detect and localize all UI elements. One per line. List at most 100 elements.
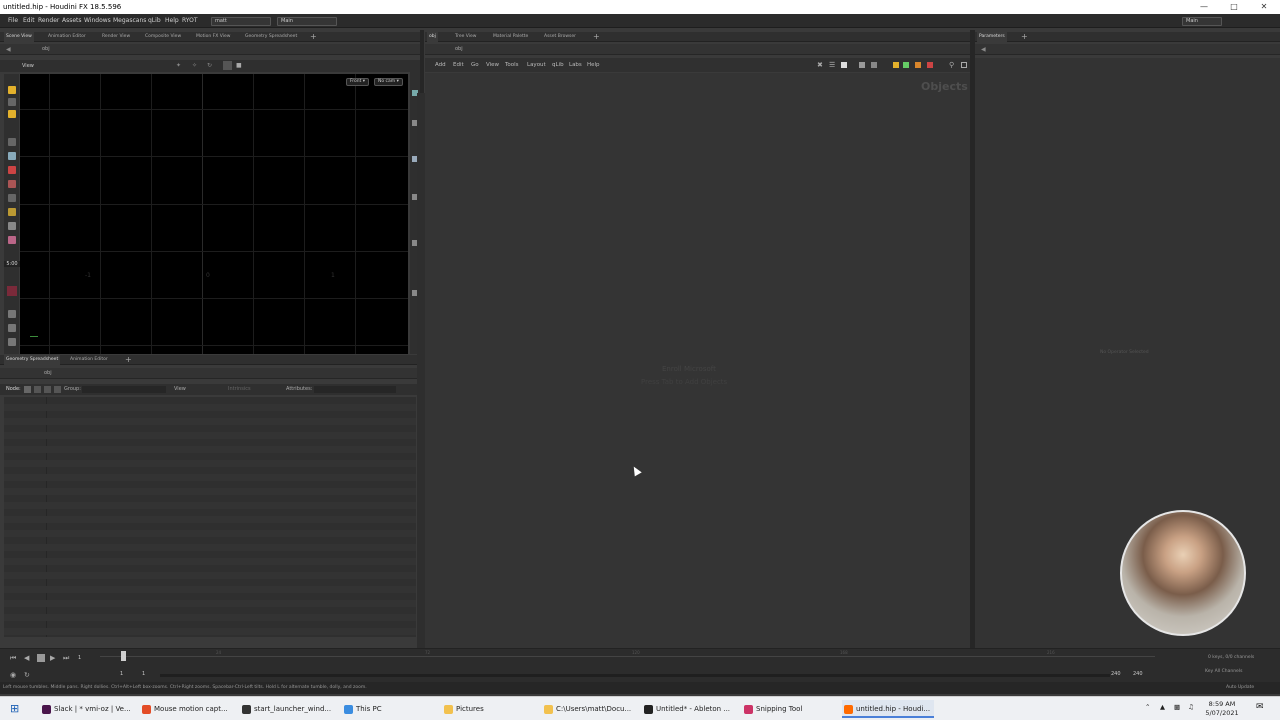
flipbook-icon[interactable] <box>8 324 16 332</box>
add-tab-icon-4[interactable]: + <box>1019 32 1030 42</box>
view-dropdown[interactable]: View <box>174 386 186 392</box>
desktop-select[interactable]: Main <box>277 17 337 26</box>
task-this-pc[interactable]: This PC <box>342 700 434 718</box>
range-slider[interactable] <box>160 674 1110 677</box>
network-path[interactable]: obj <box>455 46 463 52</box>
snap-icon[interactable] <box>223 61 232 70</box>
task-houdini[interactable]: untitled.hip - Houdi... <box>842 700 934 718</box>
tab-geometry-spreadsheet[interactable]: Geometry Spreadsheet <box>243 32 299 42</box>
camera-button[interactable]: No cam ▾ <box>374 78 403 86</box>
range-end[interactable]: 240 <box>1111 671 1121 677</box>
scene-path[interactable]: obj <box>42 46 50 52</box>
net-menu-add[interactable]: Add <box>435 62 446 68</box>
record-icon[interactable] <box>8 166 16 174</box>
network-editor[interactable]: Objects Enroll Microsoft Press Tab to Ad… <box>417 73 970 653</box>
tab-parameters[interactable]: Parameters <box>977 32 1007 42</box>
detail-icon[interactable] <box>54 386 61 393</box>
minimize-icon[interactable]: — <box>1190 0 1218 14</box>
move-icon[interactable] <box>8 98 16 106</box>
frame-field[interactable]: 1 <box>78 655 81 661</box>
select-icon[interactable] <box>8 86 16 94</box>
rotate-tool-icon[interactable]: ↻ <box>207 62 212 69</box>
desktop-user-select[interactable]: matt <box>211 17 271 26</box>
front-view-button[interactable]: Front ▾ <box>346 78 370 86</box>
camera-icon[interactable] <box>8 222 16 230</box>
windows-start-icon[interactable]: ⊞ <box>10 702 19 715</box>
auto-update-button[interactable]: Auto Update <box>1226 682 1254 694</box>
jump-start-icon[interactable]: ⏮ <box>10 654 16 663</box>
color-swatch[interactable] <box>7 286 17 296</box>
net-menu-tools[interactable]: Tools <box>505 62 519 68</box>
task-snipping-tool[interactable]: Snipping Tool <box>742 700 834 718</box>
intrinsics-toggle[interactable]: Intrinsics <box>228 386 251 392</box>
render-icon[interactable] <box>8 338 16 346</box>
light-icon[interactable] <box>8 236 16 244</box>
net-menu-view[interactable]: View <box>486 62 499 68</box>
tab-scene-view[interactable]: Scene View <box>4 32 34 42</box>
tray-chevron-icon[interactable]: ⌃ <box>1145 703 1150 711</box>
global-anim-icon[interactable]: ◉ <box>10 671 16 679</box>
attributes-field[interactable] <box>314 386 396 393</box>
tray-volume-icon[interactable]: ♫ <box>1188 703 1194 711</box>
range-start-2[interactable]: 1 <box>142 671 145 677</box>
pose-icon[interactable] <box>8 138 16 146</box>
net-menu-qlib[interactable]: qLib <box>552 62 564 68</box>
jump-end-icon[interactable]: ⏭ <box>63 654 69 663</box>
range-start[interactable]: 1 <box>120 671 123 677</box>
task-launcher[interactable]: start_launcher_wind... <box>240 700 332 718</box>
stop-icon[interactable] <box>37 654 45 662</box>
tab-render-view[interactable]: Render View <box>100 32 132 42</box>
tab-motion-fx-view[interactable]: Motion FX View <box>194 32 232 42</box>
back-icon[interactable]: ◀ <box>6 46 11 53</box>
net-menu-layout[interactable]: Layout <box>527 62 546 68</box>
pen-icon[interactable] <box>8 180 16 188</box>
view-tool-icon[interactable] <box>8 208 16 216</box>
grid-toggle-icon[interactable] <box>841 62 847 68</box>
notification-icon[interactable]: ✉ <box>1256 702 1264 712</box>
layout-icon[interactable] <box>871 62 877 68</box>
task-pictures[interactable]: Pictures <box>442 700 534 718</box>
tab-composite-view[interactable]: Composite View <box>143 32 183 42</box>
menu-render[interactable]: Render <box>38 14 59 28</box>
params-back-icon[interactable]: ◀ <box>981 46 986 53</box>
select-tool-icon[interactable]: ✦ <box>176 62 181 69</box>
add-tab-icon-3[interactable]: + <box>591 32 602 42</box>
tile-icon[interactable] <box>859 62 865 68</box>
key-all-channels-button[interactable]: Key All Channels <box>1205 669 1242 674</box>
vertices-icon[interactable] <box>34 386 41 393</box>
menu-windows[interactable]: Windows <box>84 14 111 28</box>
tab-asset-browser[interactable]: Asset Browser <box>542 32 578 42</box>
tab-obj[interactable]: obj <box>427 32 438 42</box>
lock-icon[interactable] <box>8 152 16 160</box>
task-slack[interactable]: Slack | * vmi-oz | Ve... <box>40 700 132 718</box>
spreadsheet-table[interactable] <box>4 397 416 637</box>
menu-file[interactable]: File <box>8 14 18 28</box>
zoom-icon[interactable]: ⚲ <box>949 61 954 69</box>
net-menu-help[interactable]: Help <box>587 62 600 68</box>
tray-date[interactable]: 5/07/2021 <box>1202 709 1242 717</box>
tab-animation-editor-2[interactable]: Animation Editor <box>68 355 110 365</box>
color-palette-icon[interactable] <box>915 62 921 68</box>
tray-battery-icon[interactable]: ▩ <box>1174 703 1180 711</box>
desktop-right-select[interactable]: Main <box>1182 17 1222 26</box>
network-box-icon[interactable] <box>903 62 909 68</box>
task-mouse-motion[interactable]: Mouse motion capt... <box>140 700 232 718</box>
tab-animation-editor[interactable]: Animation Editor <box>46 32 88 42</box>
close-icon[interactable]: ✕ <box>1250 0 1278 14</box>
add-tab-icon-2[interactable]: + <box>123 355 134 365</box>
flag-icon[interactable] <box>927 62 933 68</box>
frame-all-icon[interactable] <box>961 62 967 68</box>
primitives-icon[interactable] <box>44 386 51 393</box>
menu-megascans[interactable]: Megascans <box>113 14 146 28</box>
range-end-2[interactable]: 240 <box>1133 671 1143 677</box>
menu-assets[interactable]: Assets <box>62 14 82 28</box>
play-icon[interactable]: ▶ <box>50 654 55 662</box>
spreadsheet-path[interactable]: obj <box>44 370 52 376</box>
points-icon[interactable] <box>24 386 31 393</box>
menu-edit[interactable]: Edit <box>23 14 35 28</box>
tray-time[interactable]: 8:59 AM <box>1202 700 1242 708</box>
task-documents[interactable]: C:\Users\matt\Docu... <box>542 700 634 718</box>
scene-viewport[interactable]: -1 0 1 Front ▾ No cam ▾ <box>20 74 408 354</box>
handle-icon[interactable] <box>8 110 16 118</box>
tab-geometry-spreadsheet-2[interactable]: Geometry Spreadsheet <box>4 355 61 365</box>
